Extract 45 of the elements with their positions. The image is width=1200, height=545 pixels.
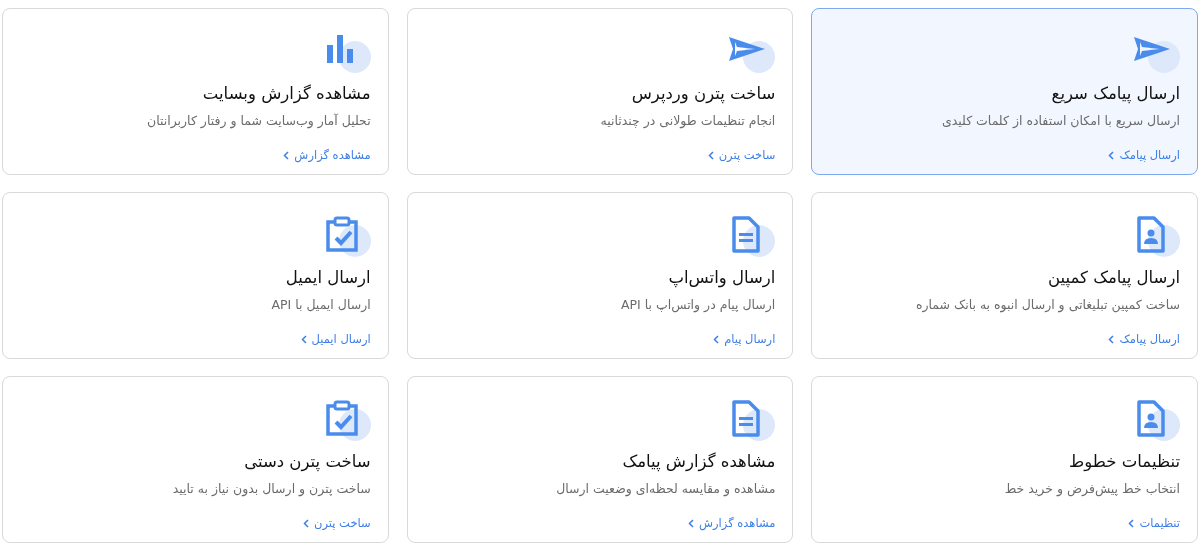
card-description: تحلیل آمار وب‌سایت شما و رفتار کاربرانتان [147, 113, 371, 130]
chevron-icon [688, 518, 695, 528]
card-title: ساخت پترن وردپرس [631, 83, 776, 105]
card-link[interactable]: ساخت پترن [303, 514, 371, 532]
card-title: مشاهده گزارش پیامک [622, 451, 776, 473]
card-link[interactable]: مشاهده گزارش [283, 146, 371, 164]
card-title: ارسال پیامک کمپین [1048, 267, 1180, 289]
card-link[interactable]: ارسال ایمیل [300, 330, 371, 348]
card-title: ارسال واتس‌اپ [668, 267, 776, 289]
service-card[interactable]: ساخت پترن وردپرس انجام تنظیمات طولانی در چندثانیه ساخت پترن [406, 8, 794, 175]
card-link[interactable]: ارسال پیام [713, 330, 776, 348]
service-card[interactable]: مشاهده گزارش پیامک مشاهده و مقایسه لحظه‌ای وضعیت ارسال مشاهده گزارش [406, 376, 794, 543]
chevron-icon [1128, 518, 1135, 528]
card-link[interactable]: ساخت پترن [707, 146, 776, 164]
service-card[interactable]: مشاهده گزارش وبسایت تحلیل آمار وب‌سایت شما و رفتار کاربرانتان مشاهده گزارش [2, 8, 389, 175]
card-description: انجام تنظیمات طولانی در چندثانیه [600, 113, 776, 130]
card-title: ارسال ایمیل [285, 267, 371, 289]
card-link[interactable]: ارسال پیامک [1108, 146, 1180, 164]
card-description: ارسال سریع با امکان استفاده از کلمات کلیدی [941, 113, 1180, 130]
card-description: مشاهده و مقایسه لحظه‌ای وضعیت ارسال [556, 481, 776, 498]
service-card[interactable]: ساخت پترن دستی ساخت پترن و ارسال بدون نیاز به تایید ساخت پترن [2, 376, 389, 543]
card-title: مشاهده گزارش وبسایت [202, 83, 371, 105]
card-link[interactable]: ارسال پیامک [1108, 330, 1180, 348]
chevron-icon [303, 518, 309, 528]
chevron-icon [713, 334, 720, 344]
card-description: ارسال ایمیل با API [271, 297, 371, 314]
card-description: انتخاب خط پیش‌فرض و خرید خط [1004, 481, 1180, 498]
service-card[interactable]: ارسال پیامک سریع ارسال سریع با امکان استفاده از کلمات کلیدی ارسال پیامک [811, 8, 1198, 175]
card-description: ساخت پترن و ارسال بدون نیاز به تایید [172, 481, 371, 498]
service-card[interactable]: ارسال پیامک کمپین ساخت کمپین تبلیغاتی و ارسال انبوه به بانک شماره ارسال پیامک [811, 192, 1198, 359]
card-description: ساخت کمپین تبلیغاتی و ارسال انبوه به بانک شماره [915, 297, 1180, 314]
chevron-icon [300, 334, 307, 344]
service-card[interactable]: تنظیمات خطوط انتخاب خط پیش‌فرض و خرید خط تنظیمات [811, 376, 1198, 543]
card-link[interactable]: تنظیمات [1128, 514, 1180, 532]
chevron-icon [1108, 334, 1115, 344]
service-card[interactable]: ارسال ایمیل ارسال ایمیل با API ارسال ایمیل [2, 192, 389, 359]
card-title: تنظیمات خطوط [1069, 451, 1180, 473]
card-title: ارسال پیامک سریع [1051, 83, 1180, 105]
chevron-icon [1108, 150, 1115, 160]
service-card[interactable]: ارسال واتس‌اپ ارسال پیام در واتس‌اپ با API ارسال پیام [406, 192, 794, 359]
card-link[interactable]: مشاهده گزارش [688, 514, 776, 532]
card-description: ارسال پیام در واتس‌اپ با API [620, 297, 776, 314]
chevron-icon [707, 150, 714, 160]
card-title: ساخت پترن دستی [244, 451, 371, 473]
chevron-icon [283, 150, 290, 160]
